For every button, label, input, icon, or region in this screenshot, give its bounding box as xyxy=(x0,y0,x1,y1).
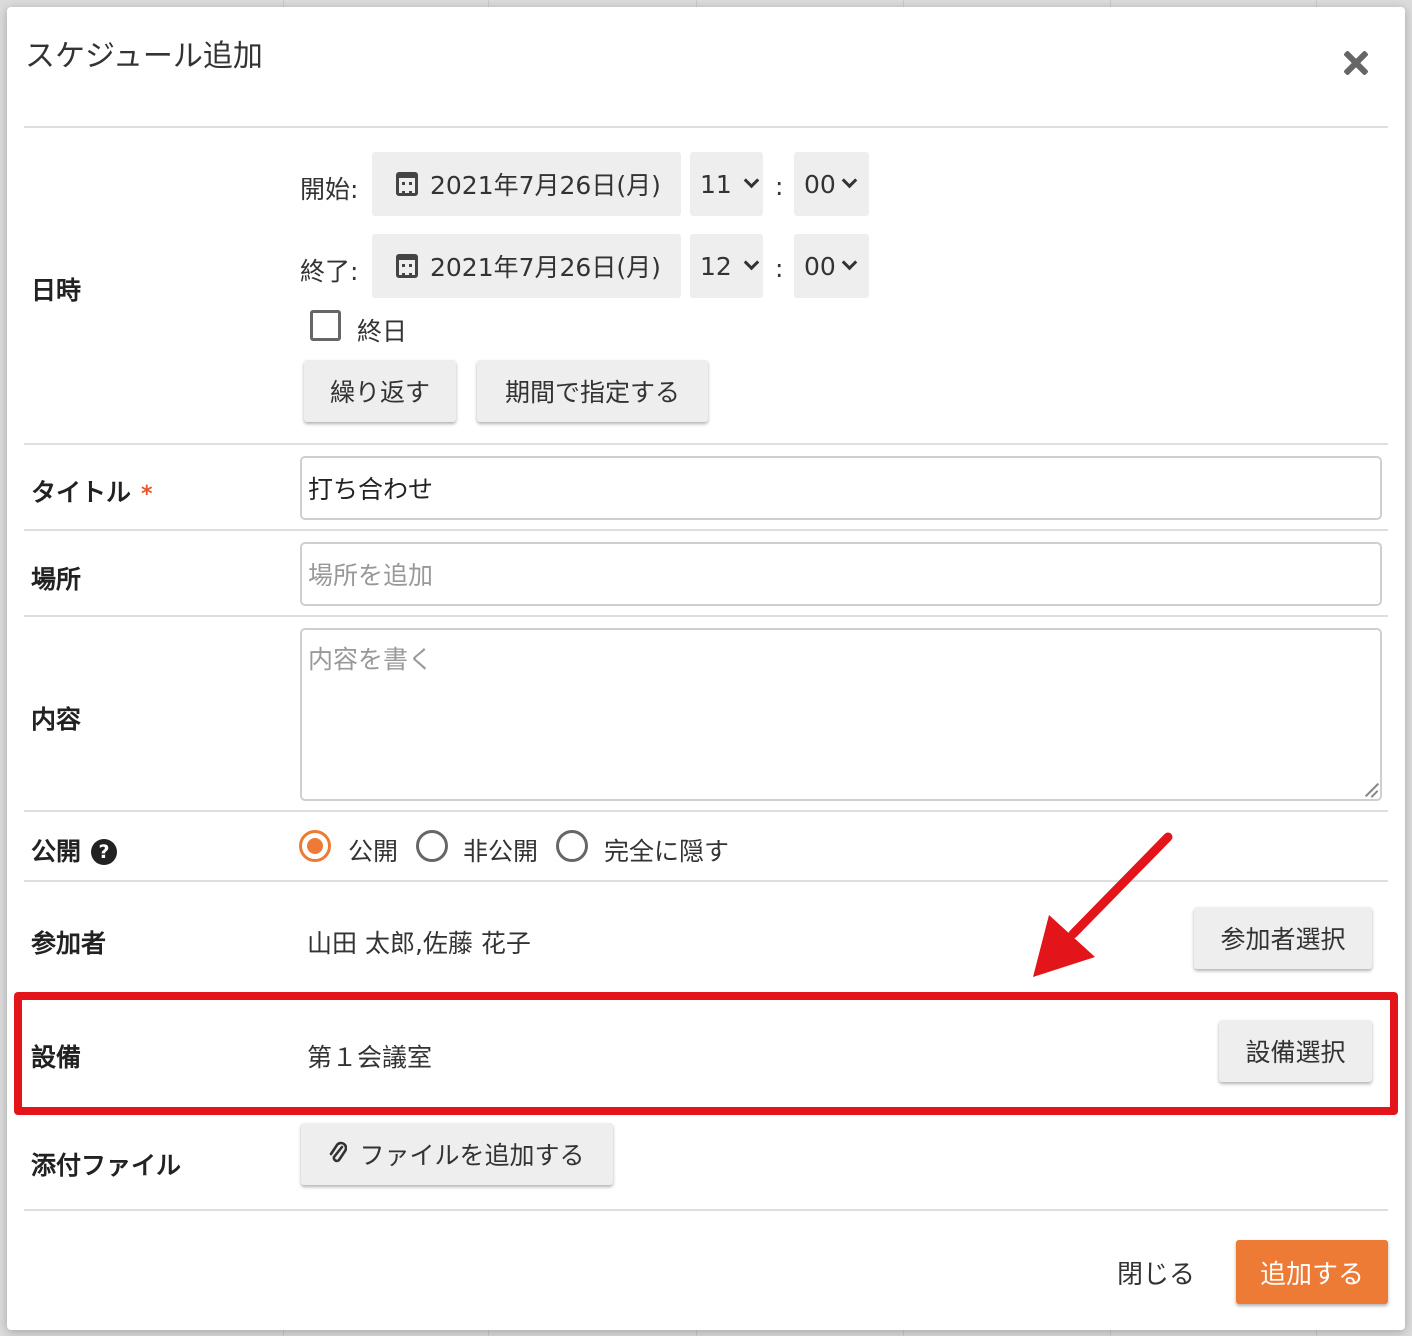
required-mark: * xyxy=(141,482,153,507)
datetime-label: 日時 xyxy=(31,276,82,305)
divider xyxy=(24,443,1388,445)
title-label-text: タイトル xyxy=(31,478,132,507)
divider xyxy=(24,1209,1388,1211)
start-date-value: 2021年7月26日(月) xyxy=(430,171,661,200)
divider xyxy=(24,126,1388,128)
visibility-label: 公開? xyxy=(31,832,118,868)
chevron-down-icon xyxy=(841,254,858,271)
close-button[interactable]: 閉じる xyxy=(1117,1254,1195,1291)
time-colon: : xyxy=(775,254,784,283)
add-file-button[interactable]: ファイルを追加する xyxy=(301,1123,613,1185)
start-hour-select[interactable]: 11 xyxy=(690,152,763,216)
radio-private[interactable] xyxy=(416,830,448,862)
all-day-checkbox[interactable] xyxy=(310,310,341,341)
select-participants-button[interactable]: 参加者選択 xyxy=(1194,907,1372,969)
all-day-label: 終日 xyxy=(357,317,408,346)
end-hour-value: 12 xyxy=(700,251,732,281)
end-date-value: 2021年7月26日(月) xyxy=(430,253,661,282)
end-date-picker[interactable]: 2021年7月26日(月) xyxy=(372,234,681,298)
start-minute-select[interactable]: 00 xyxy=(794,152,869,216)
calendar-icon xyxy=(396,254,418,278)
start-date-picker[interactable]: 2021年7月26日(月) xyxy=(372,152,681,216)
paperclip-icon xyxy=(330,1141,348,1163)
radio-public[interactable] xyxy=(299,830,331,862)
close-icon[interactable] xyxy=(1337,43,1377,83)
title-label: タイトル * xyxy=(31,473,153,509)
time-colon: : xyxy=(775,172,784,201)
start-label: 開始: xyxy=(300,175,359,204)
radio-hidden-label: 完全に隠す xyxy=(604,837,730,866)
participants-value: 山田 太郎,佐藤 花子 xyxy=(307,929,531,958)
radio-private-label: 非公開 xyxy=(463,837,539,866)
dialog-title: スケジュール追加 xyxy=(25,39,263,74)
content-label: 内容 xyxy=(31,705,82,734)
calendar-icon xyxy=(396,172,418,196)
radio-public-label: 公開 xyxy=(348,837,399,866)
highlight-box xyxy=(14,992,1398,1115)
divider xyxy=(24,615,1388,617)
divider xyxy=(24,880,1388,882)
chevron-down-icon xyxy=(743,172,760,189)
end-minute-select[interactable]: 00 xyxy=(794,234,869,298)
content-textarea[interactable]: 内容を書く xyxy=(300,628,1382,801)
start-hour-value: 11 xyxy=(700,169,732,199)
start-minute-value: 00 xyxy=(804,169,836,199)
radio-hidden[interactable] xyxy=(556,830,588,862)
schedule-add-dialog: スケジュール追加 日時 開始: 2021年7月26日(月) 11 : 00 終了… xyxy=(7,7,1405,1330)
end-label: 終了: xyxy=(300,257,359,286)
period-button[interactable]: 期間で指定する xyxy=(477,360,708,422)
title-input[interactable]: 打ち合わせ xyxy=(300,456,1382,520)
repeat-button[interactable]: 繰り返す xyxy=(304,360,456,422)
chevron-down-icon xyxy=(841,172,858,189)
end-hour-select[interactable]: 12 xyxy=(690,234,763,298)
help-icon[interactable]: ? xyxy=(91,839,118,865)
place-label: 場所 xyxy=(31,565,82,594)
end-minute-value: 00 xyxy=(804,251,836,281)
submit-button[interactable]: 追加する xyxy=(1236,1240,1388,1304)
red-arrow-annotation xyxy=(1033,832,1173,977)
content-placeholder: 内容を書く xyxy=(308,645,434,674)
participants-label: 参加者 xyxy=(31,929,107,958)
chevron-down-icon xyxy=(743,254,760,271)
place-input[interactable]: 場所を追加 xyxy=(300,542,1382,606)
add-file-label: ファイルを追加する xyxy=(359,1141,585,1170)
divider xyxy=(24,529,1388,531)
attachment-label: 添付ファイル xyxy=(31,1151,182,1180)
divider xyxy=(24,810,1388,812)
resize-handle-icon[interactable] xyxy=(1362,781,1378,797)
visibility-label-text: 公開 xyxy=(31,837,82,866)
